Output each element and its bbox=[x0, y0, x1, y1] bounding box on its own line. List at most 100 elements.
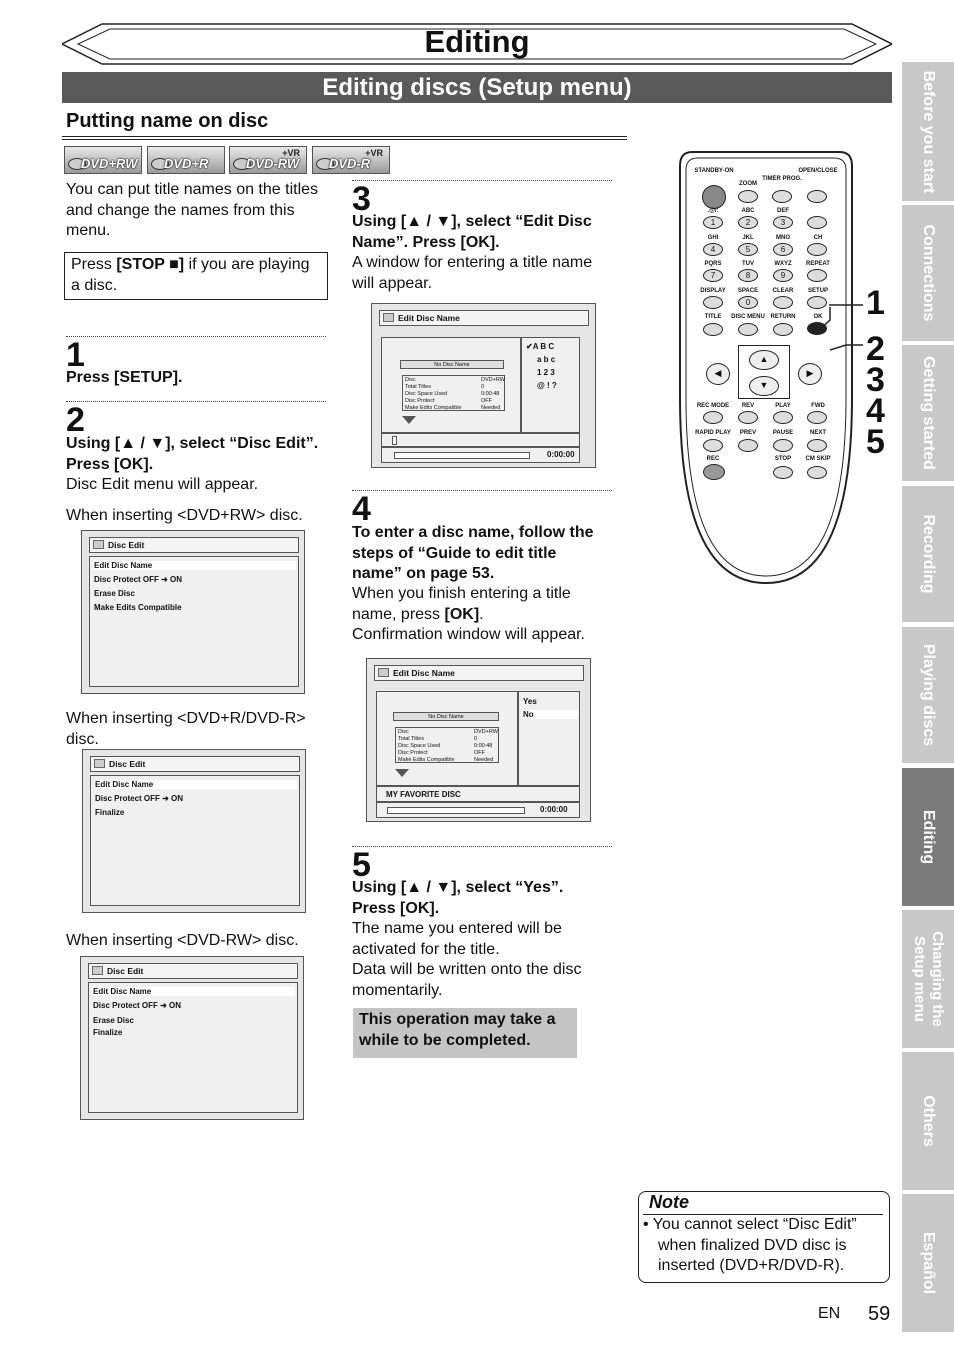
step-4-heading: To enter a disc name, follow the steps o… bbox=[352, 524, 594, 582]
menu-item-make-edits-compatible[interactable]: Make Edits Compatible bbox=[94, 603, 182, 612]
text-cursor bbox=[392, 436, 397, 445]
menu-item-finalize[interactable]: Finalize bbox=[93, 1028, 122, 1037]
info-label: Disc bbox=[405, 377, 416, 383]
tab-playing-discs[interactable]: Playing discs bbox=[902, 627, 954, 763]
disc-edit-screen-plus-r: Disc Edit Edit Disc Name Disc Protect OF… bbox=[82, 749, 306, 913]
info-value: 0:00:48 bbox=[481, 391, 500, 397]
rec-button[interactable] bbox=[703, 464, 725, 480]
digit-7-button[interactable]: 7 bbox=[703, 269, 723, 282]
down-button[interactable]: ▼ bbox=[749, 376, 779, 396]
rev-button[interactable] bbox=[738, 411, 758, 424]
digit-4-button[interactable]: 4 bbox=[703, 243, 723, 256]
char-row[interactable]: @ ! ? bbox=[537, 381, 557, 390]
next-button[interactable] bbox=[807, 439, 827, 452]
digit-3-button[interactable]: 3 bbox=[773, 216, 793, 229]
label: REV bbox=[741, 403, 755, 409]
menu-item-finalize[interactable]: Finalize bbox=[95, 808, 124, 817]
info-value: OFF bbox=[474, 750, 485, 756]
char-row[interactable]: 1 2 3 bbox=[537, 368, 555, 377]
repeat-button[interactable] bbox=[807, 269, 827, 282]
stop-button[interactable] bbox=[773, 466, 793, 479]
label: NEXT bbox=[809, 430, 826, 436]
right-button[interactable]: ▶ bbox=[798, 363, 822, 385]
stop-note-box: Press [STOP ■] if you are playing a disc… bbox=[64, 252, 328, 300]
info-value: Needed bbox=[481, 405, 501, 411]
tab-others[interactable]: Others bbox=[902, 1052, 954, 1190]
menu-item-erase-disc[interactable]: Erase Disc bbox=[94, 589, 135, 598]
menu-item-disc-protect[interactable]: Disc Protect OFF ➜ ON bbox=[93, 1001, 181, 1010]
disc-info-panel: No Disc Name Disc Total Titles Disc Spac… bbox=[376, 691, 518, 786]
callout-number: 4 bbox=[866, 392, 885, 430]
step-4-body-2: Confirmation window will appear. bbox=[352, 626, 585, 643]
standby-button[interactable] bbox=[702, 185, 726, 209]
rapid-play-button[interactable] bbox=[703, 439, 723, 452]
menu-item-disc-protect[interactable]: Disc Protect OFF ➜ ON bbox=[95, 794, 183, 803]
menu-item-edit-disc-name[interactable]: Edit Disc Name bbox=[93, 561, 296, 570]
pause-button[interactable] bbox=[773, 439, 793, 452]
name-entry-field[interactable] bbox=[381, 433, 580, 447]
tab-before-you-start[interactable]: Before you start bbox=[902, 62, 954, 201]
page-number: 59 bbox=[868, 1303, 891, 1325]
tab-espanol[interactable]: Español bbox=[902, 1194, 954, 1332]
digit-8-button[interactable]: 8 bbox=[738, 269, 758, 282]
tab-connections[interactable]: Connections bbox=[902, 205, 954, 341]
screen-title: Disc Edit bbox=[88, 963, 298, 979]
step-3-number: 3 bbox=[352, 180, 371, 218]
info-value: 0:00:48 bbox=[474, 743, 493, 749]
step-divider bbox=[66, 401, 326, 402]
digit-6-button[interactable]: 6 bbox=[773, 243, 793, 256]
display-button[interactable] bbox=[703, 296, 723, 309]
open-close-button[interactable] bbox=[807, 190, 827, 203]
digit-2-button[interactable]: 2 bbox=[738, 216, 758, 229]
info-value: OFF bbox=[481, 398, 492, 404]
left-button[interactable]: ◀ bbox=[706, 363, 730, 385]
callout-number: 1 bbox=[866, 284, 885, 322]
subsection-title: Putting name on disc bbox=[66, 110, 269, 132]
step-2-number: 2 bbox=[66, 401, 85, 439]
disc-name-field: No Disc Name bbox=[393, 712, 499, 721]
standby-label: STANDBY-ON bbox=[694, 168, 734, 174]
title-button[interactable] bbox=[703, 323, 723, 336]
char-row[interactable]: a b c bbox=[537, 355, 555, 364]
char-row[interactable]: ✔A B C bbox=[526, 342, 554, 351]
digit-9-button[interactable]: 9 bbox=[773, 269, 793, 282]
step-5-number: 5 bbox=[352, 846, 371, 884]
info-label: Disc Protect bbox=[398, 750, 428, 756]
step-4-body: When you finish entering a title name, p… bbox=[352, 585, 571, 623]
info-label: Make Edits Compatible bbox=[405, 405, 462, 411]
cm-skip-button[interactable] bbox=[807, 466, 827, 479]
time-readout: 0:00:00 bbox=[540, 805, 568, 814]
tab-getting-started[interactable]: Getting started bbox=[902, 345, 954, 481]
option-yes[interactable]: Yes bbox=[523, 697, 537, 706]
option-no[interactable]: No bbox=[521, 710, 578, 719]
callout-number: 2 bbox=[866, 330, 885, 368]
disc-badge-dvd-minus-r: +VR DVD-R bbox=[312, 146, 390, 174]
digit-1-button[interactable]: 1 bbox=[703, 216, 723, 229]
menu-item-edit-disc-name[interactable]: Edit Disc Name bbox=[94, 780, 297, 789]
menu-panel: Edit Disc Name Disc Protect OFF ➜ ON Era… bbox=[89, 556, 299, 687]
menu-item-disc-protect[interactable]: Disc Protect OFF ➜ ON bbox=[94, 575, 182, 584]
name-entry-field[interactable]: MY FAVORITE DISC bbox=[376, 786, 580, 802]
label: .@/: bbox=[707, 208, 719, 214]
page-title: Editing bbox=[424, 24, 530, 59]
ch-down-button[interactable] bbox=[807, 243, 827, 256]
rec-mode-button[interactable] bbox=[703, 411, 723, 424]
menu-item-edit-disc-name[interactable]: Edit Disc Name bbox=[92, 987, 295, 996]
timer-prog-button[interactable] bbox=[772, 190, 792, 203]
info-value: Needed bbox=[474, 757, 494, 763]
step-4-number: 4 bbox=[352, 490, 371, 528]
disc-badge-dvd-plus-r: DVD+R bbox=[147, 146, 225, 174]
prev-button[interactable] bbox=[738, 439, 758, 452]
fwd-button[interactable] bbox=[807, 411, 827, 424]
play-button[interactable] bbox=[773, 411, 793, 424]
ch-up-button[interactable] bbox=[807, 216, 827, 229]
step-2-heading: Using [▲ / ▼], select “Disc Edit”. Press… bbox=[66, 435, 319, 473]
tab-changing-setup-menu[interactable]: Changing the Setup menu bbox=[902, 910, 954, 1048]
label: CLEAR bbox=[772, 288, 794, 294]
zoom-button[interactable] bbox=[738, 190, 758, 203]
menu-item-erase-disc[interactable]: Erase Disc bbox=[93, 1016, 134, 1025]
digit-5-button[interactable]: 5 bbox=[738, 243, 758, 256]
step-5-body-2: Data will be written onto the disc momen… bbox=[352, 961, 582, 999]
tab-editing[interactable]: Editing bbox=[902, 768, 954, 906]
tab-recording[interactable]: Recording bbox=[902, 486, 954, 622]
